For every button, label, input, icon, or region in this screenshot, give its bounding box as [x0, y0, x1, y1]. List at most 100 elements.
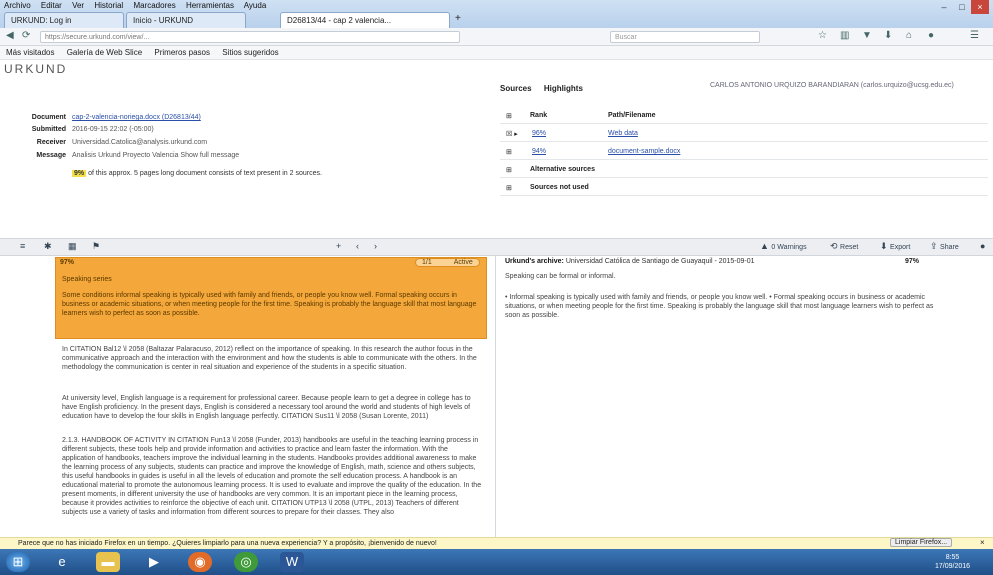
menu-icon[interactable]: ☰	[970, 30, 979, 41]
info-icon[interactable]: ●	[980, 241, 985, 251]
checkbox-icon[interactable]: ⊞	[506, 148, 512, 156]
grid-icon[interactable]: ▦	[68, 241, 77, 252]
reset-button[interactable]: ⟲ Reset	[830, 241, 858, 252]
library-icon[interactable]: ▥	[840, 30, 849, 41]
match-title: Speaking series	[62, 276, 112, 283]
menu-item-view[interactable]: Ver	[72, 1, 84, 10]
firefox-icon[interactable]: ◉	[188, 552, 212, 572]
menu-item-history[interactable]: Historial	[94, 1, 123, 10]
expand-icon[interactable]: ⊞	[506, 166, 512, 174]
chevron-left-icon[interactable]: ‹	[356, 241, 359, 251]
document-paragraph: 2.1.3. HANDBOOK OF ACTIVITY IN CITATION …	[62, 437, 482, 516]
archive-source: Urkund's archive: Universidad Católica d…	[505, 258, 755, 265]
alternative-sources-row[interactable]: ⊞ Alternative sources	[500, 162, 988, 178]
sources-not-used-row[interactable]: ⊞ Sources not used	[500, 180, 988, 196]
receiver-label: Receiver	[36, 139, 66, 146]
back-icon[interactable]: ◀	[6, 30, 14, 41]
tab-sources[interactable]: Sources	[500, 84, 532, 93]
bookmark-most-visited[interactable]: Más visitados	[6, 48, 54, 57]
checkbox-icon[interactable]: ☒ ▸	[506, 130, 518, 138]
bookmark-suggested[interactable]: Sitios sugeridos	[222, 48, 278, 57]
tab-label: URKUND: Log in	[11, 16, 72, 25]
list-icon[interactable]: ≡	[20, 241, 25, 251]
tab-highlights[interactable]: Highlights	[544, 84, 583, 93]
clock-time: 8:55	[945, 554, 960, 561]
source-path[interactable]: document-sample.docx	[608, 148, 680, 155]
match-counter: 1/1	[422, 259, 432, 266]
reload-icon[interactable]: ⟳	[22, 30, 30, 41]
menu-item-edit[interactable]: Editar	[41, 1, 62, 10]
notification-bar: Parece que no has iniciado Firefox en un…	[0, 537, 993, 549]
tab-label: Inicio - URKUND	[133, 16, 194, 25]
similarity-summary: 9% of this approx. 5 pages long document…	[72, 170, 322, 177]
tab-document[interactable]: D26813/44 - cap 2 valencia...	[280, 12, 450, 28]
source-path[interactable]: Web data	[608, 130, 638, 137]
share-button[interactable]: ⇪ Share	[930, 241, 959, 252]
chrome-icon[interactable]: ◎	[234, 552, 258, 572]
plus-icon[interactable]: ⊞	[506, 112, 512, 120]
download-icon[interactable]: ⬇	[884, 30, 892, 41]
maximize-icon[interactable]: □	[953, 0, 971, 14]
sources-header-row: ⊞ Rank Path/Filename	[500, 108, 988, 124]
close-notification-icon[interactable]: ×	[980, 538, 985, 547]
menu-item-help[interactable]: Ayuda	[244, 1, 267, 10]
menu-bar: Archivo Editar Ver Historial Marcadores …	[0, 0, 278, 10]
close-icon[interactable]: ×	[971, 0, 989, 14]
warnings-button[interactable]: ▲ 0 Warnings	[760, 241, 807, 251]
star-icon[interactable]: ☆	[818, 30, 827, 41]
match-navigator[interactable]: 1/1 Active	[415, 258, 480, 267]
bookmarks-bar: Más visitados Galería de Web Slice Prime…	[0, 46, 993, 60]
notification-text: Parece que no has iniciado Firefox en un…	[18, 540, 437, 547]
chevron-right-icon[interactable]: ›	[374, 241, 377, 251]
document-label: Document	[31, 114, 66, 121]
message-value[interactable]: Analisis Urkund Proyecto Valencia Show f…	[72, 152, 239, 159]
similarity-percent: 9%	[72, 170, 87, 177]
start-icon[interactable]: ⊞	[6, 552, 30, 572]
warnings-label: 0 Warnings	[771, 244, 807, 251]
settings-icon[interactable]: ✱	[44, 241, 52, 252]
source-row[interactable]: ⊞ 94% document-sample.docx	[500, 144, 988, 160]
share-label: Share	[940, 244, 959, 251]
document-value[interactable]: cap-2-valencia-noriega.docx (D26813/44)	[72, 114, 201, 121]
archive-value: Universidad Católica de Santiago de Guay…	[565, 258, 755, 265]
document-paragraph: At university level, English language is…	[62, 395, 471, 420]
menu-item-file[interactable]: Archivo	[4, 1, 31, 10]
address-bar[interactable]: https://secure.urkund.com/view/...	[40, 31, 460, 43]
new-tab-icon[interactable]: +	[455, 13, 461, 24]
flag-icon[interactable]: ⚑	[92, 241, 100, 252]
urkund-logo: URKUND	[4, 62, 68, 76]
message-label: Message	[36, 152, 66, 159]
source-row[interactable]: ☒ ▸ 96% Web data	[500, 126, 988, 142]
extension-icon[interactable]: ●	[928, 30, 934, 41]
archive-percent: 97%	[905, 258, 920, 265]
document-paragraph: In CITATION Bal12 \l 2058 (Baltazar Pala…	[62, 346, 477, 371]
pocket-icon[interactable]: ▼	[862, 30, 872, 41]
source-rank[interactable]: 94%	[532, 148, 546, 155]
media-icon[interactable]: ▶	[142, 552, 166, 572]
word-icon[interactable]: W	[280, 552, 304, 572]
menu-item-tools[interactable]: Herramientas	[186, 1, 234, 10]
ie-icon[interactable]: e	[50, 552, 74, 572]
system-clock[interactable]: 8:55 17/09/2016	[935, 553, 970, 571]
tab-login[interactable]: URKUND: Log in	[4, 12, 124, 28]
match-status[interactable]: Active	[454, 259, 473, 266]
plus-icon[interactable]: +	[336, 241, 341, 251]
export-button[interactable]: ⬇ Export	[880, 241, 910, 252]
pane-divider[interactable]	[495, 256, 496, 539]
home-icon[interactable]: ⌂	[906, 30, 912, 41]
bookmark-getting-started[interactable]: Primeros pasos	[154, 48, 210, 57]
submitted-label: Submitted	[31, 126, 66, 133]
bookmark-web-slice[interactable]: Galería de Web Slice	[67, 48, 142, 57]
match-percent: 97%	[60, 259, 75, 266]
tab-inicio[interactable]: Inicio - URKUND	[126, 12, 246, 28]
refresh-firefox-button[interactable]: Limpiar Firefox...	[890, 538, 953, 547]
match-text: Some conditions informal speaking is typ…	[62, 292, 477, 317]
source-rank[interactable]: 96%	[532, 130, 546, 137]
minimize-icon[interactable]: –	[935, 0, 953, 14]
menu-item-bookmarks[interactable]: Marcadores	[133, 1, 175, 10]
reset-label: Reset	[840, 244, 859, 251]
user-info: CARLOS ANTONIO URQUIZO BARANDIARAN (carl…	[710, 82, 954, 89]
search-input[interactable]: Buscar	[610, 31, 760, 43]
expand-icon[interactable]: ⊞	[506, 184, 512, 192]
folder-icon[interactable]: ▬	[96, 552, 120, 572]
